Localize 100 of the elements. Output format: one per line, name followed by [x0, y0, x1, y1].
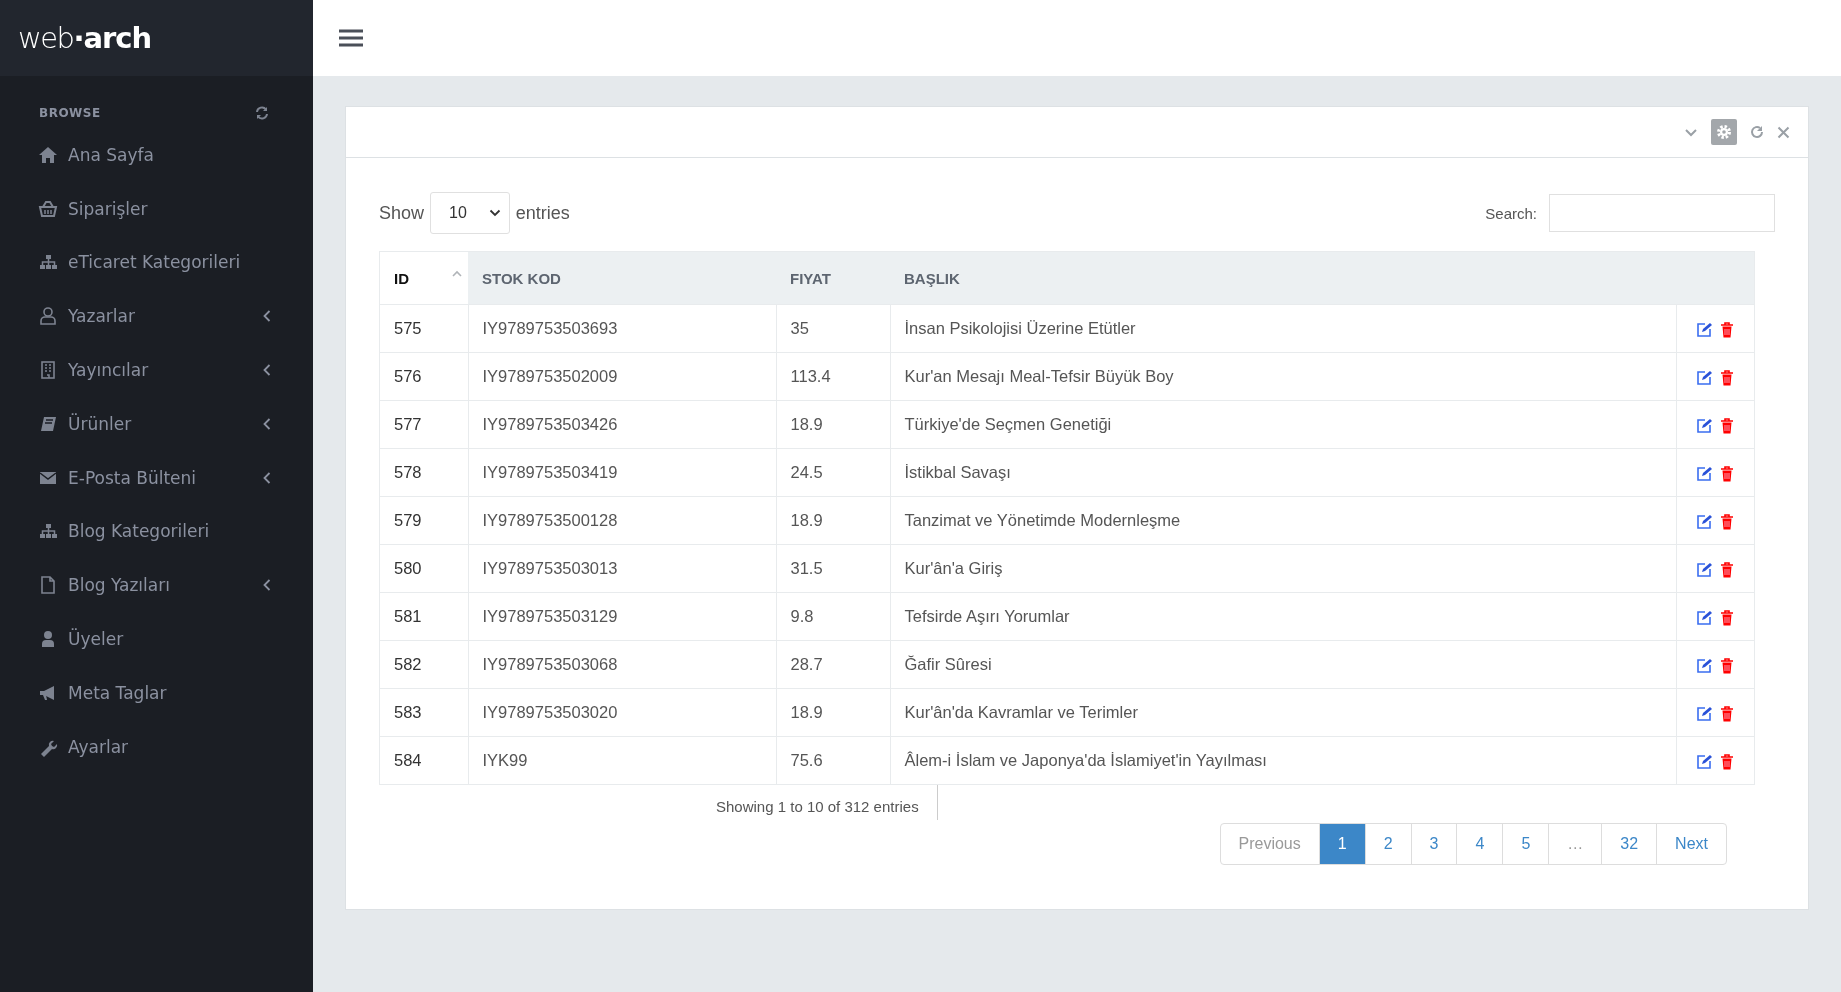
- refresh-icon[interactable]: [255, 106, 269, 120]
- edit-icon[interactable]: [1696, 465, 1713, 482]
- table-cell: 18.9: [776, 496, 890, 545]
- page-button[interactable]: 2: [1364, 824, 1411, 864]
- sidebar-item[interactable]: Ana Sayfa: [0, 128, 313, 182]
- sidebar-item[interactable]: Üyeler: [0, 612, 313, 666]
- edit-icon[interactable]: [1696, 513, 1713, 530]
- edit-icon[interactable]: [1696, 609, 1713, 626]
- next-button[interactable]: Next: [1656, 824, 1726, 864]
- edit-icon[interactable]: [1696, 321, 1713, 338]
- chevron-left-icon: [263, 579, 271, 592]
- table-cell: 577: [379, 400, 468, 449]
- user-outline-icon: [38, 306, 58, 327]
- table-cell: 578: [379, 448, 468, 497]
- entries-label: entries: [515, 202, 570, 224]
- table-cell: Türkiye'de Seçmen Genetiği: [890, 400, 1676, 449]
- entries-select[interactable]: 10: [430, 192, 510, 234]
- trash-icon[interactable]: [1720, 705, 1735, 722]
- home-icon: [38, 144, 58, 165]
- table-cell: IY9789753503013: [468, 544, 776, 593]
- table-cell: Âlem-i İslam ve Japonya'da İslamiyet'in Yayılması: [890, 736, 1676, 785]
- sidebar-item[interactable]: Blog Kategorileri: [0, 504, 313, 559]
- edit-icon[interactable]: [1696, 561, 1713, 578]
- edit-icon[interactable]: [1696, 753, 1713, 770]
- chevron-left-icon: [263, 471, 271, 484]
- chevron-left-icon: [263, 364, 271, 377]
- edit-icon[interactable]: [1696, 657, 1713, 674]
- table-cell: İnsan Psikolojisi Üzerine Etütler: [890, 304, 1676, 353]
- search-field[interactable]: [1549, 194, 1775, 232]
- table-cell: İstikbal Savaşı: [890, 448, 1676, 497]
- sort-up-icon: [452, 270, 462, 277]
- settings-icon[interactable]: [1711, 119, 1737, 145]
- entries-info: Showing 1 to 10 of 312 entries: [716, 785, 938, 820]
- close-icon[interactable]: [1777, 125, 1790, 139]
- trash-icon[interactable]: [1720, 657, 1735, 674]
- show-label: Show: [379, 202, 425, 224]
- trash-icon[interactable]: [1720, 609, 1735, 626]
- page-button[interactable]: 4: [1456, 824, 1503, 864]
- table-cell: IY9789753503129: [468, 592, 776, 641]
- table-cell: IY9789753500128: [468, 496, 776, 545]
- trash-icon[interactable]: [1720, 321, 1735, 338]
- trash-icon[interactable]: [1720, 753, 1735, 770]
- table-cell: 581: [379, 592, 468, 641]
- table-cell: 35: [776, 304, 890, 353]
- column-header[interactable]: ID: [379, 251, 468, 305]
- section-heading: BROWSE: [39, 106, 101, 120]
- table-cell: 576: [379, 352, 468, 401]
- trash-icon[interactable]: [1720, 465, 1735, 482]
- logo: web·arch: [18, 21, 152, 55]
- table-cell: 584: [379, 736, 468, 785]
- sidebar-item[interactable]: Yazarlar: [0, 289, 313, 344]
- table-cell: 582: [379, 640, 468, 689]
- table-cell: 31.5: [776, 544, 890, 593]
- table-cell: 575: [379, 304, 468, 353]
- table-cell: IY9789753503020: [468, 688, 776, 737]
- sidebar-item[interactable]: Ürünler: [0, 397, 313, 451]
- edit-icon[interactable]: [1696, 417, 1713, 434]
- table-cell: IY9789753503693: [468, 304, 776, 353]
- chevron-down-icon[interactable]: [1684, 127, 1698, 137]
- table-cell: 18.9: [776, 688, 890, 737]
- sidebar-item[interactable]: Ayarlar: [0, 719, 313, 774]
- table-cell: 580: [379, 544, 468, 593]
- table-cell: Tanzimat ve Yönetimde Modernleşme: [890, 496, 1676, 545]
- sidebar-item[interactable]: Meta Taglar: [0, 665, 313, 720]
- chevron-left-icon: [263, 310, 271, 323]
- table-cell: 18.9: [776, 400, 890, 449]
- trash-icon[interactable]: [1720, 417, 1735, 434]
- table-cell: 579: [379, 496, 468, 545]
- page-button[interactable]: 32: [1601, 824, 1657, 864]
- table-cell: 113.4: [776, 352, 890, 401]
- trash-icon[interactable]: [1720, 561, 1735, 578]
- table-cell: 9.8: [776, 592, 890, 641]
- trash-icon[interactable]: [1720, 369, 1735, 386]
- chevron-left-icon: [263, 417, 271, 430]
- table-cell: IY9789753503426: [468, 400, 776, 449]
- edit-icon[interactable]: [1696, 369, 1713, 386]
- menu-icon[interactable]: [339, 28, 363, 48]
- page-button[interactable]: 3: [1410, 824, 1457, 864]
- building-icon: [38, 360, 58, 381]
- page-button[interactable]: 5: [1502, 824, 1549, 864]
- table-cell: Tefsirde Aşırı Yorumlar: [890, 592, 1676, 641]
- table-cell: Kur'ân'da Kavramlar ve Terimler: [890, 688, 1676, 737]
- column-header[interactable]: FIYAT: [776, 251, 890, 305]
- table-cell: Kur'an Mesajı Meal-Tefsir Büyük Boy: [890, 352, 1676, 401]
- trash-icon[interactable]: [1720, 513, 1735, 530]
- column-header[interactable]: BAŞLIK: [890, 251, 1676, 305]
- refresh-icon[interactable]: [1750, 125, 1764, 139]
- table-cell: 24.5: [776, 448, 890, 497]
- table-cell: 28.7: [776, 640, 890, 689]
- table-cell: Kur'ân'a Giriş: [890, 544, 1676, 593]
- sidebar-item[interactable]: eTicaret Kategorileri: [0, 235, 313, 290]
- sidebar-item[interactable]: Siparişler: [0, 181, 313, 236]
- sidebar-item[interactable]: Yayıncılar: [0, 343, 313, 397]
- sidebar-item[interactable]: Blog Yazıları: [0, 558, 313, 613]
- page-button[interactable]: 1: [1318, 824, 1365, 864]
- edit-icon[interactable]: [1696, 705, 1713, 722]
- file-icon: [38, 575, 58, 596]
- sidebar-item[interactable]: E-Posta Bülteni: [0, 450, 313, 505]
- table-cell: 75.6: [776, 736, 890, 785]
- column-header[interactable]: STOK KOD: [468, 251, 776, 305]
